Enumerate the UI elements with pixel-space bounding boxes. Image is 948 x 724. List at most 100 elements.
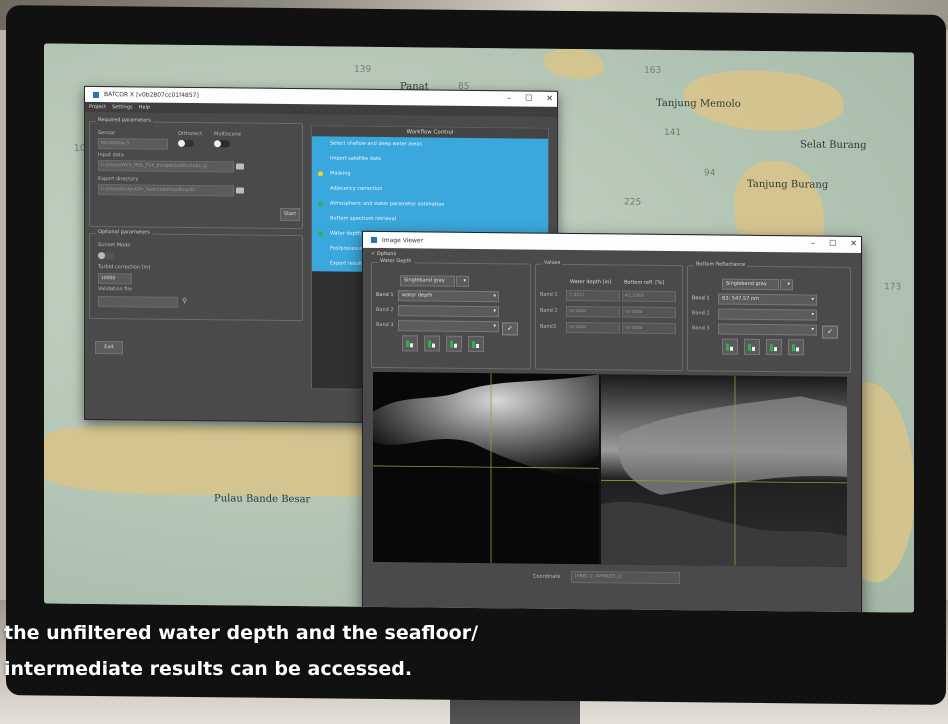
folder-icon[interactable] [236, 163, 244, 170]
export-directory-label: Export directory [98, 176, 139, 183]
folder-icon[interactable] [236, 187, 244, 194]
close-icon[interactable]: ✕ [850, 239, 857, 248]
histogram-stretch-icon[interactable] [446, 335, 462, 352]
bottom-refl-value: 42.1060 [622, 290, 676, 303]
band2-label: Band 2 [376, 306, 394, 314]
water-depth-value: no data [566, 321, 620, 334]
bottom-reflectance-image[interactable] [601, 374, 847, 567]
bottom-refl-column-header: Bottom refl. [%] [624, 279, 664, 286]
input-data-field[interactable]: C:\Users\WV3_MUL_P1K_Europe\Sub01\Subs_s… [98, 160, 234, 173]
histogram-stretch-icon[interactable] [766, 339, 782, 356]
water-depth-mode-select[interactable]: Singleband gray [400, 275, 455, 287]
bottom-reflectance-panel: Bottom Reflectance Singleband gray ▾ Ban… [687, 261, 851, 373]
chart-depth-number: 139 [354, 64, 372, 75]
minimize-icon[interactable]: – [811, 239, 815, 248]
water-depth-value: no data [566, 305, 620, 318]
bottom-refl-band1-select[interactable]: B3: 547.57 nm ▾ [718, 293, 817, 306]
multiscene-label: Multiscene [214, 131, 241, 138]
water-depth-band3-select[interactable]: ▾ [398, 320, 499, 333]
select-value: Singleband gray [726, 280, 767, 288]
chevron-down-icon[interactable]: ▾ [780, 279, 793, 291]
histogram-icon[interactable] [402, 335, 418, 352]
menu-help[interactable]: Help [139, 104, 150, 110]
apply-check-button[interactable]: ✓ [502, 322, 518, 336]
start-button[interactable]: Start [280, 207, 300, 222]
workflow-step-label: Bottom spectrum retrieval [330, 215, 397, 223]
validation-field[interactable] [98, 296, 178, 308]
close-icon[interactable]: ✕ [546, 94, 553, 103]
screen: Tanjung Memolo Selat Burang Tanjung Bura… [44, 43, 914, 613]
coordinate-label: Coordinate [533, 573, 561, 580]
status-dot-icon [318, 231, 323, 237]
app-icon [93, 91, 99, 98]
maximize-icon[interactable]: ☐ [829, 239, 836, 248]
workflow-step-label: Adjacency correction [330, 185, 383, 193]
turbid-label: Turbid correction [m] [98, 264, 151, 271]
histogram-icon[interactable] [744, 338, 760, 355]
bottom-refl-mode-select[interactable]: Singleband gray [722, 278, 779, 291]
validation-label: Validation file [98, 286, 132, 293]
chart-depth-number: 94 [704, 168, 716, 179]
band2-label: Band 2 [692, 310, 710, 317]
histogram-icon[interactable] [722, 338, 738, 355]
app-icon [371, 236, 377, 243]
sensor-select[interactable]: WorldView-3 [98, 138, 168, 150]
bottom-refl-value: no data [622, 322, 676, 335]
water-depth-band2-select[interactable]: ▾ [398, 305, 499, 318]
chart-label: Tanjung Burang [747, 178, 829, 191]
caption-line-1: the unfiltered water depth and the seafl… [4, 622, 479, 644]
options-label: Options [376, 250, 397, 258]
workflow-step-label: Import satellite data [330, 155, 381, 163]
export-directory-field[interactable]: C:\Users\OutputDir_Selected\Area\Results [98, 184, 234, 197]
minimize-icon[interactable]: – [507, 93, 511, 102]
bottom-refl-band2-select[interactable]: ▾ [718, 308, 817, 321]
panel-title: Bottom Reflectance [694, 261, 748, 268]
values-row-label: Band 1 [540, 291, 558, 298]
image-display-area[interactable] [373, 371, 847, 567]
bottom-refl-band3-select[interactable]: ▾ [718, 323, 817, 336]
multiscene-toggle[interactable] [214, 140, 230, 148]
band3-label: Band 3 [376, 321, 394, 329]
workflow-step-label: Select shallow and deep water areas [330, 140, 423, 148]
turbid-spinbox[interactable]: 10000 [98, 273, 132, 285]
chevron-down-icon[interactable]: ▾ [456, 275, 469, 287]
viewer-title: Image Viewer [382, 236, 424, 244]
histogram-reset-icon[interactable] [468, 335, 484, 353]
chart-label: Selat Burang [800, 139, 867, 152]
select-value: water depth [402, 292, 433, 299]
orthorect-toggle[interactable] [178, 139, 194, 148]
workflow-step-label: Atmospheric and water parameter estimati… [330, 200, 445, 208]
group-title: Optional parameters [96, 229, 152, 236]
water-depth-column-header: Water depth [m] [570, 278, 612, 286]
menu-settings[interactable]: Settings [112, 104, 133, 110]
glint-label: Sunset Mode [98, 242, 131, 249]
optional-parameters-group: Optional parameters Sunset Mode Turbid c… [89, 229, 303, 322]
chart-label: Tanjung Memolo [656, 97, 741, 110]
water-depth-image[interactable] [373, 371, 599, 565]
water-depth-panel: Water Depth Singleband gray ▾ Band 1 wat… [371, 257, 531, 370]
menu-project[interactable]: Project [89, 104, 106, 110]
apply-check-button[interactable]: ✓ [822, 325, 838, 339]
select-value: B3: 547.57 nm [722, 295, 760, 302]
orthorect-label: Orthorect. [178, 130, 204, 138]
chart-depth-number: 225 [624, 197, 642, 208]
search-icon[interactable]: ⚲ [182, 297, 187, 305]
values-row-label: Band 2 [540, 307, 558, 314]
select-value: Singleband gray [404, 277, 445, 284]
chart-depth-number: 173 [884, 282, 902, 293]
water-depth-value: 7.3212 [566, 289, 620, 302]
exit-button[interactable]: Exit [95, 341, 123, 355]
maximize-icon[interactable]: ☐ [525, 94, 532, 103]
glint-toggle[interactable] [98, 252, 114, 260]
water-depth-band1-select[interactable]: water depth ▾ [398, 290, 499, 303]
histogram-icon[interactable] [424, 335, 440, 352]
viewer-titlebar[interactable]: Image Viewer – ☐ ✕ [363, 231, 861, 254]
main-window-title: BATCOR X [v0b2807cc01f4857] [104, 91, 199, 100]
workflow-step-label: Masking [330, 170, 351, 177]
options-toggle[interactable]: ✓ Options [371, 251, 396, 257]
histogram-reset-icon[interactable] [788, 339, 804, 356]
values-panel: Values Water depth [m] Bottom refl. [%] … [535, 259, 683, 372]
values-row-label: Band3 [540, 323, 557, 330]
bottom-refl-value: no data [622, 306, 676, 319]
coordinate-field: [4881.1, 4769025.1] [571, 570, 680, 585]
